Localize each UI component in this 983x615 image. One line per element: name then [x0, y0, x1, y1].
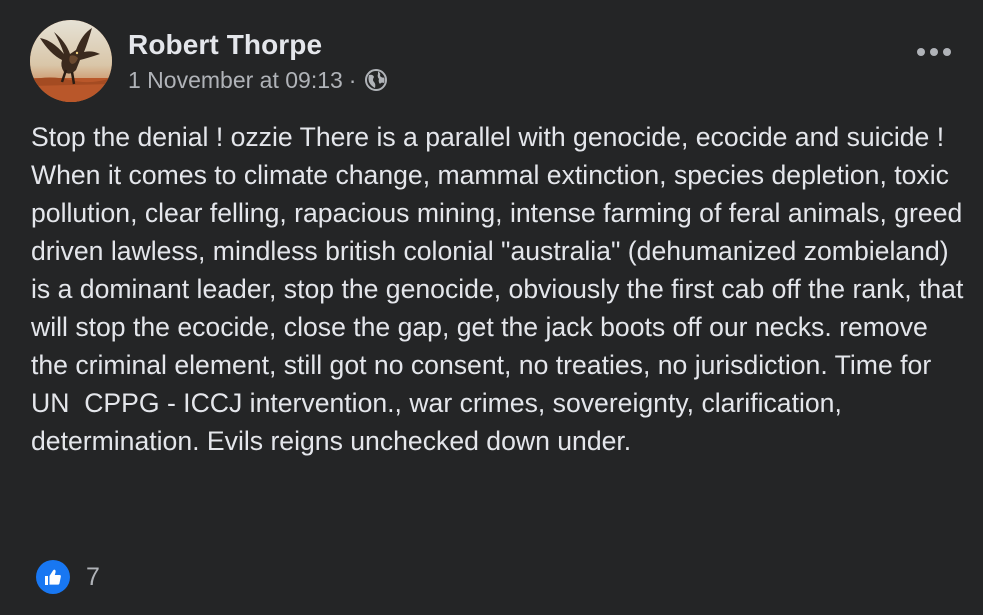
post-timestamp[interactable]: 1 November at 09:13	[128, 66, 343, 94]
post-header: Robert Thorpe 1 November at 09:13 ·	[30, 20, 388, 102]
reaction-summary[interactable]: 7	[36, 560, 100, 594]
eagle-photo	[30, 20, 112, 102]
more-dot	[930, 48, 938, 56]
post-subline: 1 November at 09:13 ·	[128, 66, 388, 94]
facebook-post: Robert Thorpe 1 November at 09:13 · Stop…	[0, 0, 983, 615]
post-text: Stop the denial ! ozzie There is a paral…	[31, 122, 971, 456]
post-meta: Robert Thorpe 1 November at 09:13 ·	[128, 28, 388, 94]
author-name[interactable]: Robert Thorpe	[128, 28, 388, 62]
reaction-count: 7	[86, 562, 100, 591]
like-icon	[36, 560, 70, 594]
more-dot	[943, 48, 951, 56]
globe-icon[interactable]	[364, 68, 388, 92]
more-dot	[917, 48, 925, 56]
avatar[interactable]	[30, 20, 112, 102]
more-options-icon[interactable]	[917, 44, 951, 60]
separator-dot: ·	[348, 67, 357, 93]
